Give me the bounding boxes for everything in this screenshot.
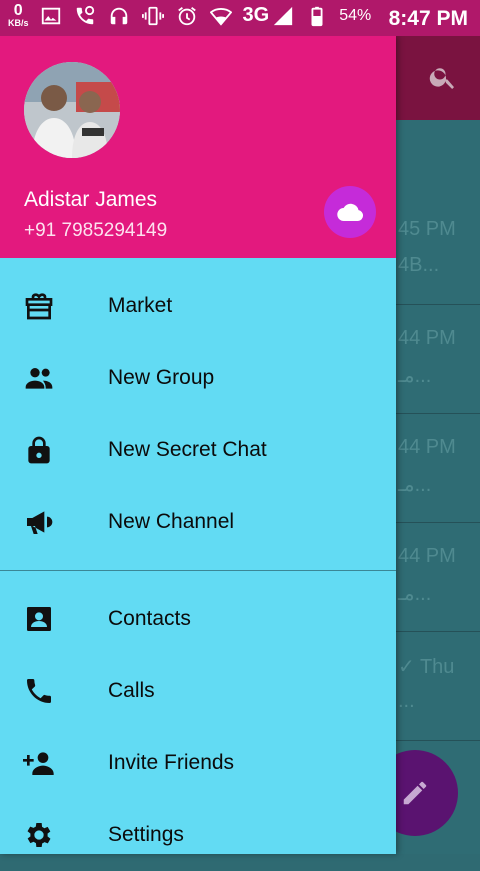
gear-icon (22, 818, 56, 852)
chat-snippet: 4B... (398, 254, 440, 276)
menu-label: Settings (108, 823, 184, 846)
speed-unit: KB/s (8, 18, 29, 28)
lock-icon (22, 433, 56, 467)
image-icon (39, 4, 63, 28)
vibrate-icon (141, 4, 165, 28)
menu-item-settings[interactable]: Settings (0, 799, 396, 871)
menu-item-new-secret-chat[interactable]: New Secret Chat (0, 414, 396, 486)
chat-snippet: مـ... (398, 365, 432, 387)
pencil-icon (400, 778, 430, 808)
menu-label: New Channel (108, 510, 235, 533)
menu-item-new-channel[interactable]: New Channel (0, 486, 396, 558)
drawer-menu: Market New Group New Secret Chat New Cha… (0, 270, 396, 871)
battery-icon (305, 4, 329, 28)
chat-snippet: مـ... (398, 474, 432, 496)
menu-item-calls[interactable]: Calls (0, 655, 396, 727)
status-bar: 0 KB/s 3G 54% 8:47 PM (0, 0, 480, 36)
menu-item-market[interactable]: Market (0, 270, 396, 342)
signal-icon (271, 4, 295, 28)
menu-item-new-group[interactable]: New Group (0, 342, 396, 414)
alarm-icon (175, 4, 199, 28)
menu-label: Calls (108, 679, 155, 702)
phone-icon (22, 674, 56, 708)
speed-value: 0 (13, 2, 23, 19)
megaphone-icon (22, 505, 56, 539)
chat-time: 45 PM (398, 218, 456, 240)
menu-label: Contacts (108, 607, 191, 630)
wifi-icon (209, 4, 233, 28)
menu-item-contacts[interactable]: Contacts (0, 583, 396, 655)
saved-messages-button[interactable] (324, 186, 376, 238)
navigation-drawer: Adistar James +91 7985294149 Market New … (0, 36, 396, 854)
group-icon (22, 361, 56, 395)
market-icon (22, 289, 56, 323)
call-icon (73, 4, 97, 28)
drawer-header: Adistar James +91 7985294149 (0, 36, 396, 258)
menu-divider (0, 570, 396, 571)
chat-snippet: ... (398, 690, 415, 712)
menu-label: Invite Friends (108, 751, 235, 774)
chat-time: 44 PM (398, 545, 456, 567)
network-speed: 0 KB/s (8, 3, 29, 28)
headphones-icon (107, 4, 131, 28)
menu-label: New Group (108, 366, 215, 389)
chat-time: ✓ Thu (398, 656, 455, 678)
user-name: Adistar James (24, 188, 158, 211)
search-icon[interactable] (428, 62, 458, 92)
add-person-icon (22, 746, 56, 780)
contacts-icon (22, 602, 56, 636)
menu-label: New Secret Chat (108, 438, 267, 461)
chat-time: 44 PM (398, 327, 456, 349)
network-type: 3G (242, 4, 270, 26)
menu-item-invite-friends[interactable]: Invite Friends (0, 727, 396, 799)
chat-time: 44 PM (398, 436, 456, 458)
battery-percent: 54% (339, 6, 372, 24)
chat-snippet: مـ... (398, 583, 432, 605)
cloud-icon (336, 201, 364, 223)
avatar[interactable] (24, 62, 120, 158)
menu-label: Market (108, 294, 173, 317)
clock: 8:47 PM (388, 7, 468, 30)
user-phone: +91 7985294149 (24, 220, 168, 241)
